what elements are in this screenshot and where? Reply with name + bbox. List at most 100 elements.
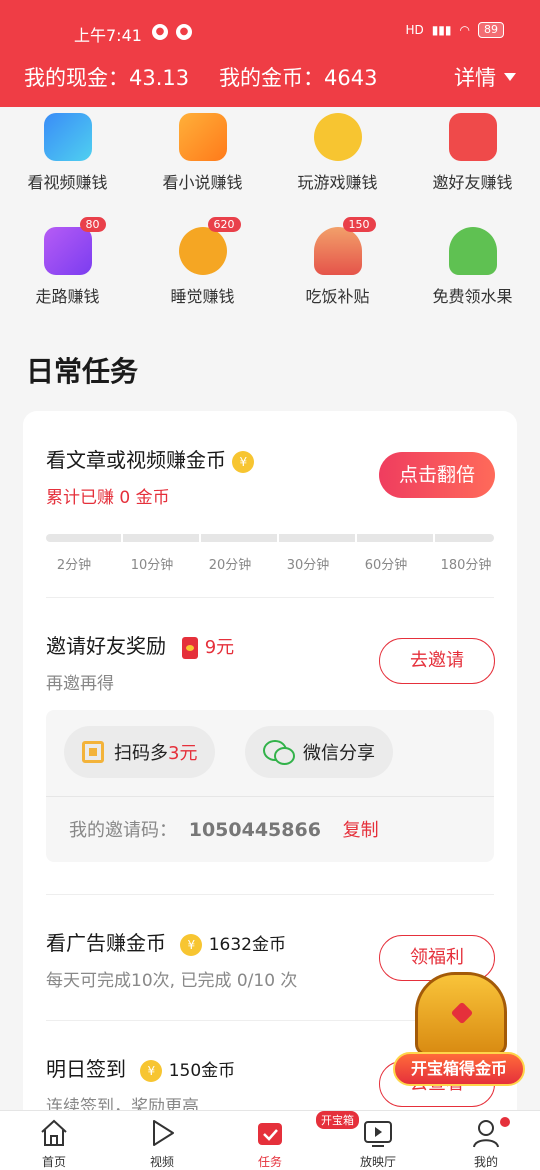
- tick-label: 180分钟: [440, 558, 492, 573]
- task-title: 邀请好友奖励 9元: [46, 630, 234, 659]
- grid-item-invite[interactable]: 邀好友赚钱: [405, 113, 540, 193]
- game-icon: [313, 113, 362, 161]
- task-title: 看广告赚金币 ¥ 1632金币: [46, 927, 286, 956]
- task-earned: 累计已赚 0 金币: [46, 488, 170, 508]
- invite-code-row: 我的邀请码： 1050445866 复制: [69, 816, 379, 842]
- red-envelope-icon: [182, 636, 199, 659]
- notification-dot: [500, 1117, 510, 1127]
- grid-item-meal[interactable]: 150 吃饭补贴: [270, 217, 405, 307]
- qrcode-icon: [82, 741, 104, 763]
- user-icon: [470, 1117, 502, 1149]
- nav-label: 任务: [257, 1155, 282, 1169]
- invite-share-box: 扫码多3元 微信分享 我的邀请码： 1050445866 复制: [46, 710, 494, 862]
- grid-item-label: 走路赚钱: [35, 287, 100, 306]
- detail-label: 详情: [454, 66, 496, 90]
- grid-item-sleep[interactable]: 620 睡觉赚钱: [135, 217, 270, 307]
- walk-icon: 80: [43, 217, 106, 275]
- treasure-chest-icon: [415, 972, 507, 1056]
- count-badge: 150: [342, 217, 376, 232]
- task-sub: 再邀再得: [46, 674, 114, 694]
- grid-item-label: 吃饭补贴: [305, 287, 370, 306]
- nav-label: 视频: [149, 1155, 174, 1169]
- meal-icon: 150: [313, 217, 376, 275]
- grid-item-label: 玩游戏赚钱: [297, 173, 378, 192]
- task-reward: 150金币: [168, 1061, 236, 1081]
- invite-code-label: 我的邀请码：: [69, 820, 177, 841]
- task-title-text: 明日签到: [46, 1057, 126, 1081]
- coin-icon: ¥: [180, 933, 203, 956]
- scan-code-button[interactable]: 扫码多3元: [64, 726, 216, 778]
- moon-icon: 620: [178, 217, 241, 275]
- wechat-label: 微信分享: [303, 743, 375, 764]
- task-title-text: 看广告赚金币: [46, 931, 166, 955]
- divider: [46, 796, 494, 797]
- task-title-text: 邀请好友奖励: [46, 634, 166, 658]
- double-button[interactable]: 点击翻倍: [379, 452, 495, 498]
- battery-icon: 89: [478, 22, 504, 38]
- grid-item-label: 睡觉赚钱: [170, 287, 235, 306]
- play-icon: [146, 1117, 178, 1149]
- status-time: 上午7:41: [74, 26, 142, 45]
- cash-balance: 我的现金：43.13: [24, 66, 190, 90]
- wechat-icon: [263, 740, 295, 765]
- wechat-share-button[interactable]: 微信分享: [245, 726, 393, 778]
- signal-icon: ▮▮▮: [431, 23, 452, 37]
- divider: [46, 894, 494, 895]
- task-icon: 开宝箱: [254, 1111, 359, 1149]
- grid-item-label: 免费领水果: [432, 287, 513, 306]
- section-title: 日常任务: [26, 355, 139, 388]
- grid-item-game[interactable]: 玩游戏赚钱: [270, 113, 405, 193]
- coin-icon: ¥: [140, 1059, 163, 1082]
- tick-label: 60分钟: [364, 558, 408, 573]
- nav-theater[interactable]: 放映厅: [324, 1117, 432, 1170]
- tree-icon: [448, 227, 497, 275]
- progress-bar: [46, 534, 494, 542]
- nav-tasks[interactable]: 开宝箱 任务: [216, 1111, 359, 1170]
- divider: [46, 597, 494, 598]
- grid-item-novel[interactable]: 看小说赚钱: [135, 113, 270, 193]
- detail-button[interactable]: 详情: [454, 62, 516, 92]
- home-icon: [38, 1117, 70, 1149]
- nav-home[interactable]: 首页: [0, 1117, 108, 1170]
- tick-label: 10分钟: [130, 558, 174, 573]
- task-title: 明日签到 ¥ 150金币: [46, 1053, 235, 1082]
- task-reward: 9元: [204, 637, 235, 658]
- coin-icon: ¥: [232, 450, 255, 473]
- task-reward: 1632金币: [208, 935, 286, 955]
- task-title: 看文章或视频赚金币 ¥: [46, 444, 255, 473]
- nav-profile[interactable]: 我的: [432, 1117, 540, 1170]
- app-header: 上午7:41 ● ● HD ▮▮▮ ◠ 89 我的现金：43.13 我的金币：4…: [0, 0, 540, 107]
- grid-item-label: 看视频赚钱: [27, 173, 108, 192]
- count-badge: 80: [79, 217, 106, 232]
- bottom-nav: 首页 视频 开宝箱 任务 放映厅 我的: [0, 1110, 540, 1170]
- notification-icon: ●: [176, 24, 192, 40]
- invite-button[interactable]: 去邀请: [379, 638, 495, 684]
- screen-icon: [362, 1117, 394, 1149]
- task-sub: 每天可完成10次, 已完成 0/10 次: [46, 971, 298, 991]
- network-label: HD: [405, 23, 424, 37]
- nav-label: 首页: [41, 1155, 66, 1169]
- nav-video[interactable]: 视频: [108, 1117, 216, 1170]
- coin-balance: 我的金币：4643: [219, 66, 378, 90]
- grid-item-video[interactable]: 看视频赚钱: [0, 113, 135, 193]
- status-right: HD ▮▮▮ ◠ 89: [405, 22, 504, 38]
- grid-item-fruit[interactable]: 免费领水果: [405, 227, 540, 307]
- grid-item-walk[interactable]: 80 走路赚钱: [0, 217, 135, 307]
- copy-button[interactable]: 复制: [343, 820, 379, 841]
- invite-code: 1050445866: [188, 819, 321, 841]
- treasure-label: 开宝箱得金币: [393, 1052, 525, 1086]
- redpacket-icon: [448, 113, 497, 161]
- status-bar: 上午7:41 ● ● HD ▮▮▮ ◠ 89: [0, 22, 540, 45]
- tick-label: 30分钟: [286, 558, 330, 573]
- earn-grid: 看视频赚钱 看小说赚钱 玩游戏赚钱 邀好友赚钱 80 走路赚钱 620 睡觉赚钱…: [0, 107, 540, 321]
- chevron-down-icon: [504, 73, 516, 81]
- treasure-chest-button[interactable]: 开宝箱得金币: [393, 968, 525, 1088]
- balance-bar: 我的现金：43.13 我的金币：4643 详情: [24, 62, 516, 94]
- video-icon: [43, 113, 92, 161]
- count-badge: 620: [207, 217, 241, 232]
- nav-label: 我的: [473, 1155, 498, 1169]
- tick-label: 20分钟: [208, 558, 252, 573]
- book-icon: [178, 113, 227, 161]
- progress-ticks: 2分钟 10分钟 20分钟 30分钟 60分钟 180分钟: [23, 554, 517, 574]
- wifi-icon: ◠: [459, 23, 470, 37]
